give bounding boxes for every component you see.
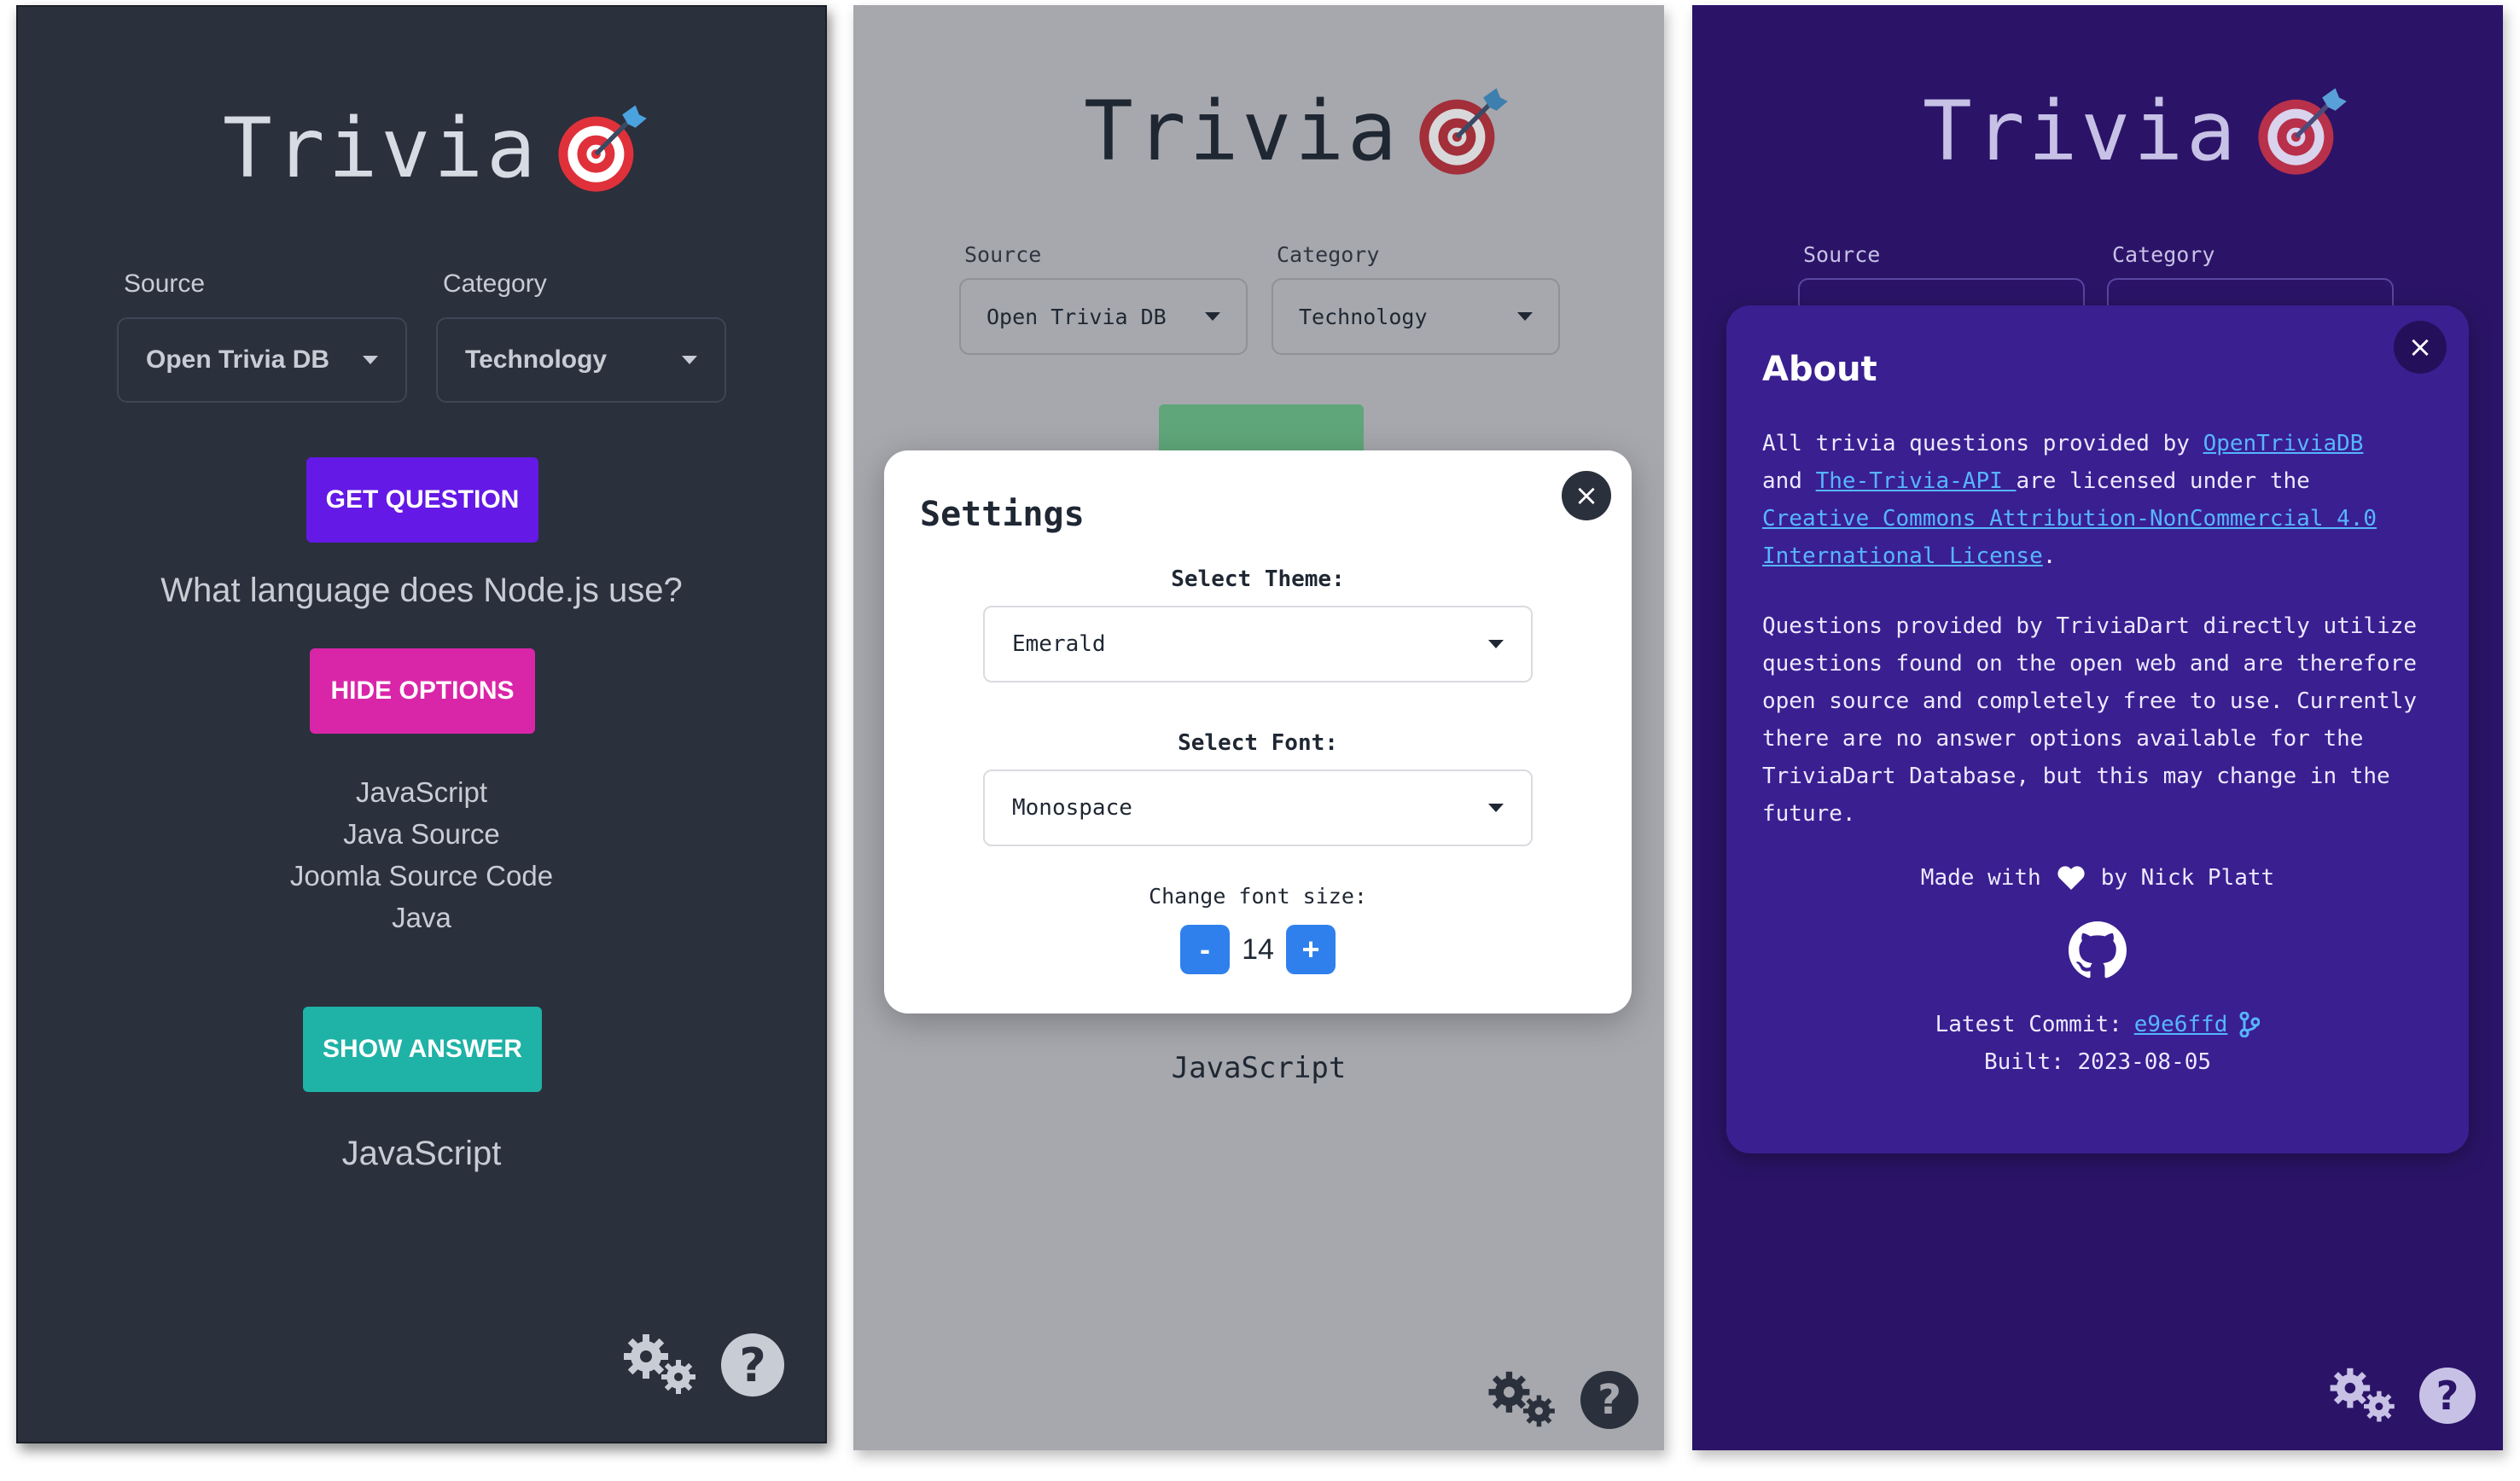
gears-icon[interactable] — [2327, 1367, 2401, 1425]
decrease-font-button[interactable]: - — [1180, 925, 1230, 974]
target-icon — [2258, 88, 2347, 175]
logo-text: Trivia — [1923, 84, 2239, 179]
made-by-text: by Nick Platt — [2100, 865, 2275, 891]
theme-value: Emerald — [1012, 631, 1106, 657]
built-date: Built: 2023-08-05 — [1983, 1049, 2212, 1075]
branch-icon — [2239, 1012, 2261, 1037]
chevron-down-icon — [1205, 312, 1220, 321]
logo-text: Trivia — [223, 101, 539, 196]
hide-options-button[interactable]: HIDE OPTIONS — [310, 648, 535, 734]
dark-theme-screen: Trivia Source Category Open Trivia DB Te… — [16, 5, 827, 1443]
source-value: Open Trivia DB — [146, 346, 330, 374]
license-text: . — [2042, 543, 2057, 569]
font-value: Monospace — [1012, 795, 1132, 821]
font-label: Select Font: — [1178, 730, 1338, 756]
source-label: Source — [964, 242, 1042, 267]
category-label: Category — [443, 270, 547, 298]
close-icon[interactable]: × — [1562, 471, 1611, 520]
show-answer-button[interactable]: SHOW ANSWER — [303, 1007, 542, 1092]
category-select[interactable]: Technology — [436, 317, 726, 403]
chevron-down-icon — [363, 356, 378, 364]
close-icon[interactable]: × — [2394, 321, 2447, 374]
source-select[interactable]: Open Trivia DB — [117, 317, 407, 403]
settings-modal: Settings × Select Theme: Emerald Select … — [884, 450, 1632, 1013]
app-logo: Trivia — [223, 101, 649, 196]
github-icon[interactable] — [2069, 921, 2127, 979]
question-text: What language does Node.js use? — [160, 572, 683, 609]
get-question-button[interactable]: GET QUESTION — [306, 457, 538, 543]
trivia-api-link[interactable]: The-Trivia-API — [1816, 468, 2017, 494]
category-value: Technology — [1299, 304, 1428, 329]
answer-text: JavaScript — [341, 1135, 502, 1172]
increase-font-button[interactable]: + — [1286, 925, 1336, 974]
latest-commit-line: Latest Commit: e9e6ffd — [1726, 1012, 2469, 1037]
target-icon — [1419, 88, 1508, 175]
chevron-down-icon — [1517, 312, 1533, 321]
opentriviadb-link[interactable]: OpenTriviaDB — [2203, 431, 2364, 456]
latest-commit-label: Latest Commit: — [1935, 1012, 2122, 1037]
category-label: Category — [2112, 242, 2215, 267]
category-label: Category — [1277, 242, 1380, 267]
source-value: Open Trivia DB — [986, 304, 1167, 329]
source-text: Questions provided by TriviaDart directl… — [1762, 613, 2418, 827]
settings-screen: Trivia Source Category Open Trivia DB Te… — [853, 5, 1664, 1450]
made-with-text: Made with — [1920, 865, 2041, 891]
commit-hash-link[interactable]: e9e6ffd — [2134, 1012, 2228, 1037]
about-screen: Trivia Source Category About × All trivi… — [1692, 5, 2503, 1450]
chevron-down-icon — [1488, 804, 1504, 812]
help-icon[interactable]: ? — [1580, 1371, 1638, 1429]
creative-commons-link[interactable]: Creative Commons Attribution-NonCommerci… — [1762, 506, 2377, 569]
font-size-value: 14 — [1242, 933, 1274, 966]
license-text: All trivia questions provided by — [1762, 431, 2203, 456]
logo-text: Trivia — [1084, 84, 1400, 179]
source-label: Source — [1803, 242, 1881, 267]
source-select[interactable]: Open Trivia DB — [959, 278, 1248, 355]
font-select[interactable]: Monospace — [983, 770, 1533, 846]
options-list: JavaScript Java Source Joomla Source Cod… — [18, 771, 825, 938]
about-card: About × All trivia questions provided by… — [1726, 305, 2469, 1153]
help-icon[interactable]: ? — [721, 1333, 784, 1397]
made-with-line: Made with by Nick Platt — [1726, 865, 2469, 891]
gears-icon[interactable] — [620, 1333, 702, 1397]
chevron-down-icon — [682, 356, 697, 364]
app-logo: Trivia — [1084, 84, 1510, 179]
option-item[interactable]: Java Source — [18, 813, 825, 855]
heart-icon — [2057, 866, 2085, 890]
license-text: and — [1762, 468, 1816, 494]
theme-label: Select Theme: — [1171, 566, 1345, 592]
license-text: are licensed under the — [2016, 468, 2310, 494]
source-label: Source — [124, 270, 206, 298]
about-title: About — [1762, 350, 1877, 389]
option-item[interactable]: Joomla Source Code — [18, 855, 825, 897]
category-value: Technology — [465, 346, 608, 374]
help-icon[interactable]: ? — [2419, 1368, 2476, 1424]
answer-text: JavaScript — [1171, 1051, 1347, 1085]
license-paragraph: All trivia questions provided by OpenTri… — [1762, 425, 2436, 575]
modal-title: Settings — [920, 495, 1085, 534]
option-item[interactable]: JavaScript — [18, 771, 825, 813]
source-paragraph: Questions provided by TriviaDart directl… — [1762, 607, 2436, 833]
chevron-down-icon — [1488, 640, 1504, 648]
theme-select[interactable]: Emerald — [983, 606, 1533, 682]
gears-icon[interactable] — [1485, 1370, 1562, 1430]
font-size-label: Change font size: — [1149, 884, 1367, 909]
app-logo: Trivia — [1923, 84, 2348, 179]
target-icon — [558, 105, 647, 192]
option-item[interactable]: Java — [18, 897, 825, 938]
category-select[interactable]: Technology — [1272, 278, 1560, 355]
